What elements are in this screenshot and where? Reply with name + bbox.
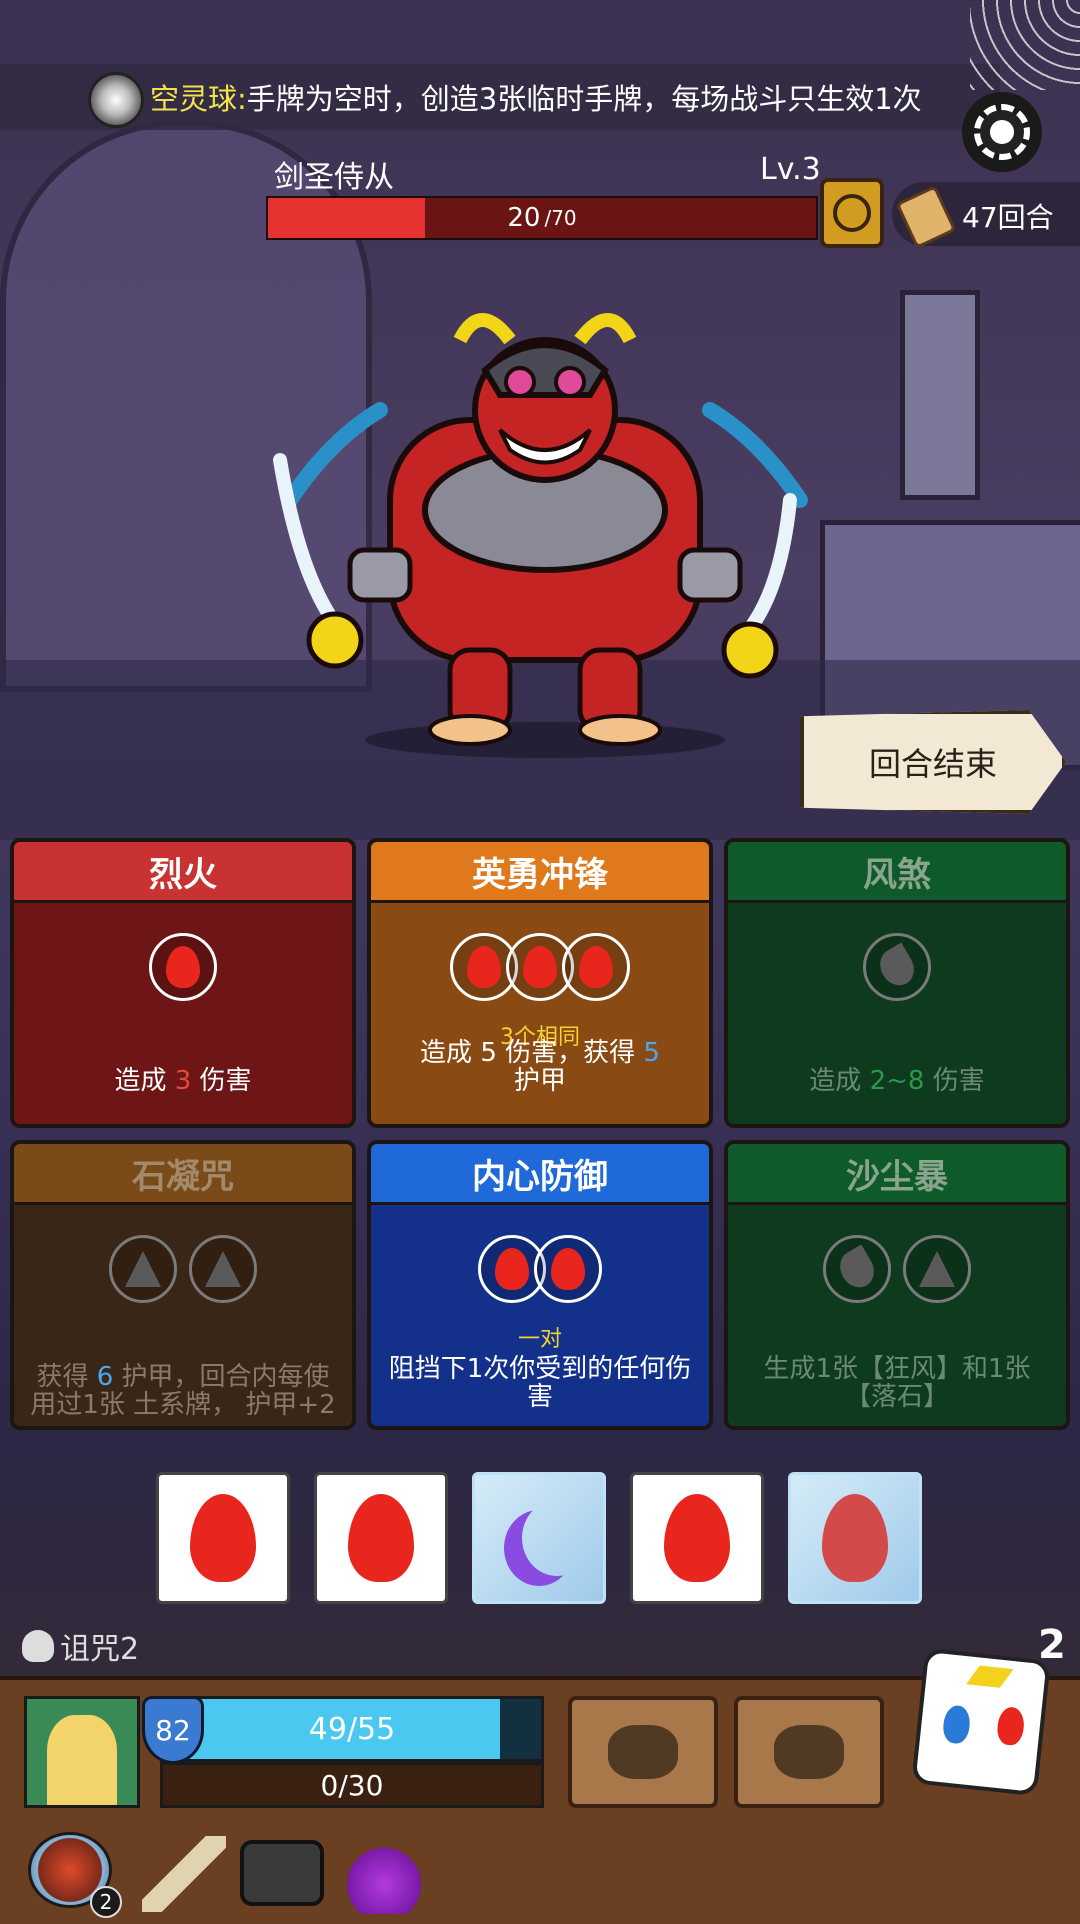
fire-icon — [822, 1494, 888, 1582]
roll-dice-button[interactable] — [911, 1647, 1051, 1797]
spirit-orb-icon — [88, 72, 144, 128]
player-hp-bar: 49/55 — [160, 1696, 544, 1762]
enemy-info-magnifier-icon[interactable] — [820, 178, 884, 248]
enemy-hp-current: 20 — [507, 203, 541, 233]
skill-dig-button[interactable] — [734, 1696, 884, 1808]
card-title: 沙尘暴 — [728, 1144, 1066, 1202]
die-fire[interactable] — [156, 1472, 290, 1604]
relic-count-badge: 2 — [90, 1886, 122, 1918]
player-hp-text: 49/55 — [308, 1711, 396, 1747]
skill-fist-button[interactable] — [568, 1696, 718, 1808]
settings-gear-icon[interactable] — [962, 92, 1042, 172]
shovel-icon — [774, 1725, 844, 1779]
earth-slot-icon — [903, 1235, 971, 1303]
die-fire[interactable] — [314, 1472, 448, 1604]
banner-text: 空灵球:手牌为空时，创造3张临时手牌，每场战斗只生效1次 — [150, 76, 922, 118]
enemy-hp-max: /70 — [544, 206, 577, 230]
banner-relic-desc: 手牌为空时，创造3张临时手牌，每场战斗只生效1次 — [246, 82, 922, 116]
earth-slot-icon — [189, 1235, 257, 1303]
banner-relic-name: 空灵球: — [150, 82, 247, 116]
enemy-samurai-monkey[interactable] — [270, 300, 820, 760]
fist-icon — [608, 1725, 678, 1779]
curse-label: 诅咒2 — [60, 1632, 140, 1667]
earth-slot-icon — [109, 1235, 177, 1303]
card-shi-ning-zhou[interactable]: 石凝咒 获得 6 护甲，回合内每使用过1张 土系牌， 护甲+2 — [10, 1140, 356, 1430]
card-title: 烈火 — [14, 842, 352, 900]
card-description: 造成 3 伤害 — [114, 1066, 252, 1096]
enemy-level: Lv.3 — [760, 152, 821, 187]
card-title: 石凝咒 — [14, 1144, 352, 1202]
fire-icon — [664, 1494, 730, 1582]
wind-slot-icon — [823, 1235, 891, 1303]
card-description: 阻挡下1次你受到的任何伤害 — [388, 1354, 692, 1412]
card-nei-xin-fang-yu[interactable]: 内心防御 一对 阻挡下1次你受到的任何伤害 — [367, 1140, 713, 1430]
horn-icon[interactable] — [142, 1836, 226, 1912]
skull-icon — [22, 1630, 54, 1662]
card-description: 生成1张【狂风】和1张【落石】 — [763, 1354, 1031, 1412]
card-description: 造成 2~8 伤害 — [809, 1066, 985, 1096]
damage-value: 3 — [174, 1066, 192, 1096]
card-title: 风煞 — [728, 842, 1066, 900]
card-sha-chen-bao[interactable]: 沙尘暴 生成1张【狂风】和1张【落石】 — [724, 1140, 1070, 1430]
wind-slot-icon — [863, 933, 931, 1001]
enemy-name: 剑圣侍从 — [274, 160, 394, 195]
card-requirement: 一对 — [517, 1327, 562, 1352]
die-fire-frozen[interactable] — [788, 1472, 922, 1604]
fire-slot-icon — [562, 933, 630, 1001]
moon-icon — [522, 1500, 592, 1576]
player-energy-bar: 0/30 — [160, 1762, 544, 1808]
potion-icon[interactable] — [346, 1830, 422, 1914]
fire-slot-icon — [149, 933, 217, 1001]
player-avatar[interactable] — [24, 1696, 140, 1808]
background-gravestone — [900, 290, 980, 500]
dice-remaining-count: 2 — [1038, 1622, 1066, 1668]
turn-counter-text: 47回合 — [962, 201, 1054, 234]
die-fire[interactable] — [630, 1472, 764, 1604]
enemy-hp-text: 20/70 — [268, 198, 816, 238]
fire-icon — [190, 1494, 256, 1582]
card-feng-sha[interactable]: 风煞 造成 2~8 伤害 — [724, 838, 1070, 1128]
card-lie-huo[interactable]: 烈火 造成 3 伤害 — [10, 838, 356, 1128]
card-ying-yong-chong-feng[interactable]: 英勇冲锋 3个相同 造成 5 伤害，获得 5 护甲 — [367, 838, 713, 1128]
enemy-hp-bar: 20/70 — [266, 196, 818, 240]
fire-icon — [348, 1494, 414, 1582]
card-title: 英勇冲锋 — [371, 842, 709, 900]
armor-shield-icon: 82 — [142, 1696, 204, 1764]
die-moon-frozen[interactable] — [472, 1472, 606, 1604]
end-turn-button[interactable]: 回合结束 — [800, 710, 1066, 814]
curse-indicator[interactable]: 诅咒2 — [22, 1624, 139, 1668]
card-title: 内心防御 — [371, 1144, 709, 1202]
card-description: 造成 5 伤害，获得 5 护甲 — [420, 1038, 660, 1096]
card-description: 获得 6 护甲，回合内每使用过1张 土系牌， 护甲+2 — [30, 1362, 336, 1420]
spider-web-decoration — [970, 0, 1080, 90]
fire-slot-icon — [534, 1235, 602, 1303]
cauldron-icon[interactable] — [240, 1840, 324, 1906]
